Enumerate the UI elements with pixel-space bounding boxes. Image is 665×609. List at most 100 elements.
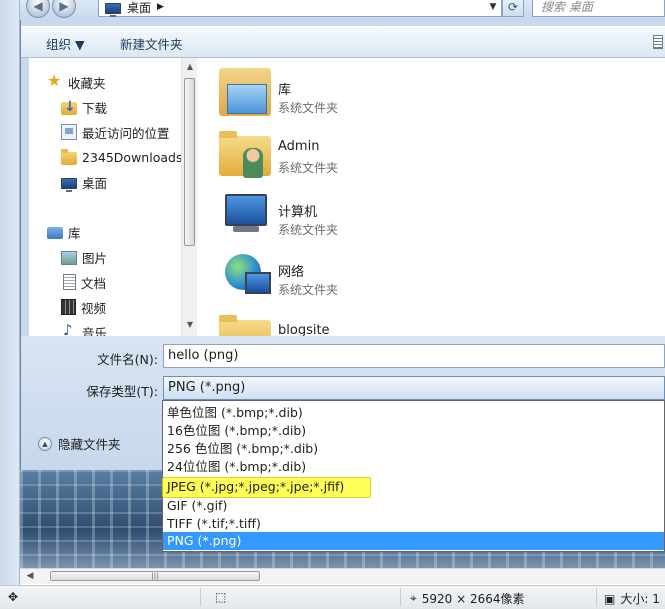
file-name: 计算机 bbox=[278, 205, 318, 220]
network-icon bbox=[219, 250, 271, 298]
sidebar-item-music[interactable]: 音乐 bbox=[61, 321, 108, 337]
desktop-icon bbox=[105, 3, 121, 17]
sidebar-item-favorites[interactable]: 收藏夹 bbox=[47, 71, 106, 92]
dropdown-option[interactable]: 24位位图 (*.bmp;*.dib) bbox=[163, 458, 664, 476]
file-type: 系统文件夹 bbox=[278, 283, 339, 297]
chevron-up-icon: ▲ bbox=[38, 436, 52, 451]
sidebar-item-pictures[interactable]: 图片 bbox=[61, 247, 107, 267]
file-name: 网络 bbox=[278, 265, 305, 280]
file-type: 系统文件夹 bbox=[278, 101, 339, 115]
recent-places-icon bbox=[61, 124, 77, 140]
navigation-pane: 收藏夹 下载 最近访问的位置 2345Downloads 桌面 库 图片 文档 … bbox=[29, 58, 197, 336]
horizontal-scrollbar[interactable]: ◀ ||| bbox=[20, 568, 665, 584]
dimensions-text: 5920 × 2664像素 bbox=[421, 592, 525, 606]
scrollbar-thumb[interactable]: ||| bbox=[50, 571, 260, 581]
videos-icon bbox=[61, 299, 76, 315]
view-options-icon[interactable] bbox=[653, 35, 663, 49]
back-button[interactable]: ◀ bbox=[26, 0, 50, 18]
file-name: Admin bbox=[278, 139, 320, 154]
scrollbar-thumb[interactable] bbox=[184, 78, 195, 246]
library-icon bbox=[47, 227, 63, 239]
scroll-up-icon[interactable]: ▲ bbox=[185, 62, 195, 71]
sidebar-item-label: 音乐 bbox=[82, 325, 108, 337]
sidebar-item-label: 2345Downloads bbox=[82, 149, 183, 165]
sidebar-item-2345downloads[interactable]: 2345Downloads bbox=[61, 147, 182, 167]
dropdown-option[interactable]: GIF (*.gif) bbox=[163, 497, 664, 515]
scroll-down-icon[interactable]: ▼ bbox=[185, 320, 195, 329]
dropdown-option[interactable]: 单色位图 (*.bmp;*.dib) bbox=[163, 404, 664, 422]
list-item[interactable]: blogsite bbox=[219, 312, 459, 336]
move-cursor-icon: ✥ bbox=[8, 590, 19, 604]
disk-icon: ▣ bbox=[604, 591, 616, 606]
dropdown-option-selected[interactable]: PNG (*.png) bbox=[163, 532, 664, 550]
list-item[interactable]: 库 系统文件夹 bbox=[219, 68, 459, 120]
computer-icon bbox=[219, 190, 271, 238]
dropdown-option[interactable]: 256 色位图 (*.bmp;*.dib) bbox=[163, 440, 664, 458]
sidebar-item-downloads[interactable]: 下载 bbox=[61, 97, 107, 117]
file-name: 库 bbox=[278, 83, 292, 98]
dropdown-option[interactable]: TIFF (*.tif;*.tiff) bbox=[163, 515, 664, 533]
star-icon bbox=[47, 71, 63, 90]
forward-button[interactable]: ▶ bbox=[52, 0, 76, 18]
list-item[interactable]: 计算机 系统文件夹 bbox=[219, 190, 459, 242]
new-folder-button[interactable]: 新建文件夹 bbox=[120, 34, 183, 53]
search-input[interactable]: 搜索 桌面 bbox=[532, 0, 665, 17]
sidebar-item-label: 图片 bbox=[82, 250, 108, 266]
sidebar-item-label: 库 bbox=[68, 225, 81, 241]
nav-buttons: ◀ ▶ bbox=[26, 0, 92, 18]
folder-icon bbox=[61, 148, 77, 165]
refresh-button[interactable]: ⟳ bbox=[502, 0, 524, 17]
nav-pane-scrollbar[interactable]: ▲ ▼ bbox=[181, 58, 197, 336]
sidebar-item-label: 下载 bbox=[82, 100, 108, 116]
desktop-icon bbox=[61, 178, 77, 192]
sidebar-item-label: 最近访问的位置 bbox=[82, 125, 170, 141]
sidebar-item-desktop[interactable]: 桌面 bbox=[61, 172, 107, 192]
sidebar-item-recent-places[interactable]: 最近访问的位置 bbox=[61, 122, 170, 142]
filename-label: 文件名(N): bbox=[97, 352, 158, 367]
sidebar-item-libraries[interactable]: 库 bbox=[47, 222, 81, 242]
sidebar-item-documents[interactable]: 文档 bbox=[61, 272, 106, 292]
selection-icon: ⬚ bbox=[215, 590, 227, 604]
file-size-text: 大小: 1 bbox=[620, 592, 660, 606]
organize-button[interactable]: 组织 ▼ bbox=[46, 34, 85, 53]
breadcrumb-item-desktop[interactable]: 桌面 bbox=[127, 0, 151, 16]
status-divider bbox=[596, 588, 597, 606]
sidebar-item-label: 桌面 bbox=[82, 175, 108, 191]
breadcrumb[interactable]: 桌面 ▶ ▼ bbox=[98, 0, 502, 17]
sidebar-item-label: 收藏夹 bbox=[68, 75, 106, 91]
file-size: ▣ 大小: 1 bbox=[604, 590, 660, 607]
app-left-frame bbox=[0, 0, 20, 609]
dialog-toolbar: 组织 ▼ 新建文件夹 bbox=[21, 26, 665, 58]
sidebar-item-label: 文档 bbox=[81, 275, 107, 291]
user-folder-icon bbox=[219, 131, 271, 178]
documents-icon bbox=[63, 274, 76, 290]
scroll-left-icon[interactable]: ◀ bbox=[24, 571, 36, 581]
list-item[interactable]: Admin 系统文件夹 bbox=[219, 128, 459, 180]
pictures-icon bbox=[61, 251, 77, 265]
file-name: blogsite bbox=[278, 323, 330, 336]
file-list: 库 系统文件夹 Admin 系统文件夹 计算机 系统文件夹 网络 系统文件夹 b… bbox=[197, 58, 665, 336]
music-icon bbox=[61, 321, 77, 336]
library-large-icon bbox=[219, 68, 271, 116]
filetype-label: 保存类型(T): bbox=[86, 384, 158, 399]
status-bar: ✥ ⬚ ⌖ 5920 × 2664像素 ▣ 大小: 1 bbox=[0, 585, 665, 609]
dimensions-icon: ⌖ bbox=[410, 591, 417, 605]
filetype-dropdown-list: 单色位图 (*.bmp;*.dib) 16色位图 (*.bmp;*.dib) 2… bbox=[162, 400, 665, 552]
dropdown-option[interactable]: 16色位图 (*.bmp;*.dib) bbox=[163, 422, 664, 440]
filetype-select[interactable]: PNG (*.png) bbox=[163, 376, 665, 400]
status-divider bbox=[400, 588, 401, 606]
hide-folders-button[interactable]: ▲ 隐藏文件夹 bbox=[38, 434, 121, 453]
filename-field[interactable]: hello (png) bbox=[163, 344, 665, 368]
image-dimensions: ⌖ 5920 × 2664像素 bbox=[410, 590, 525, 607]
sidebar-item-videos[interactable]: 视频 bbox=[61, 297, 106, 317]
download-folder-icon bbox=[61, 99, 77, 115]
dropdown-option-jpeg[interactable]: JPEG (*.jpg;*.jpeg;*.jpe;*.jfif) bbox=[163, 478, 664, 496]
file-type: 系统文件夹 bbox=[278, 161, 339, 175]
chevron-down-icon[interactable]: ▼ bbox=[485, 2, 501, 12]
status-divider bbox=[200, 588, 201, 606]
breadcrumb-arrow-icon[interactable]: ▶ bbox=[157, 2, 164, 12]
file-type: 系统文件夹 bbox=[278, 223, 339, 237]
hide-folders-label: 隐藏文件夹 bbox=[58, 437, 121, 452]
list-item[interactable]: 网络 系统文件夹 bbox=[219, 250, 459, 302]
sidebar-item-label: 视频 bbox=[81, 300, 107, 316]
